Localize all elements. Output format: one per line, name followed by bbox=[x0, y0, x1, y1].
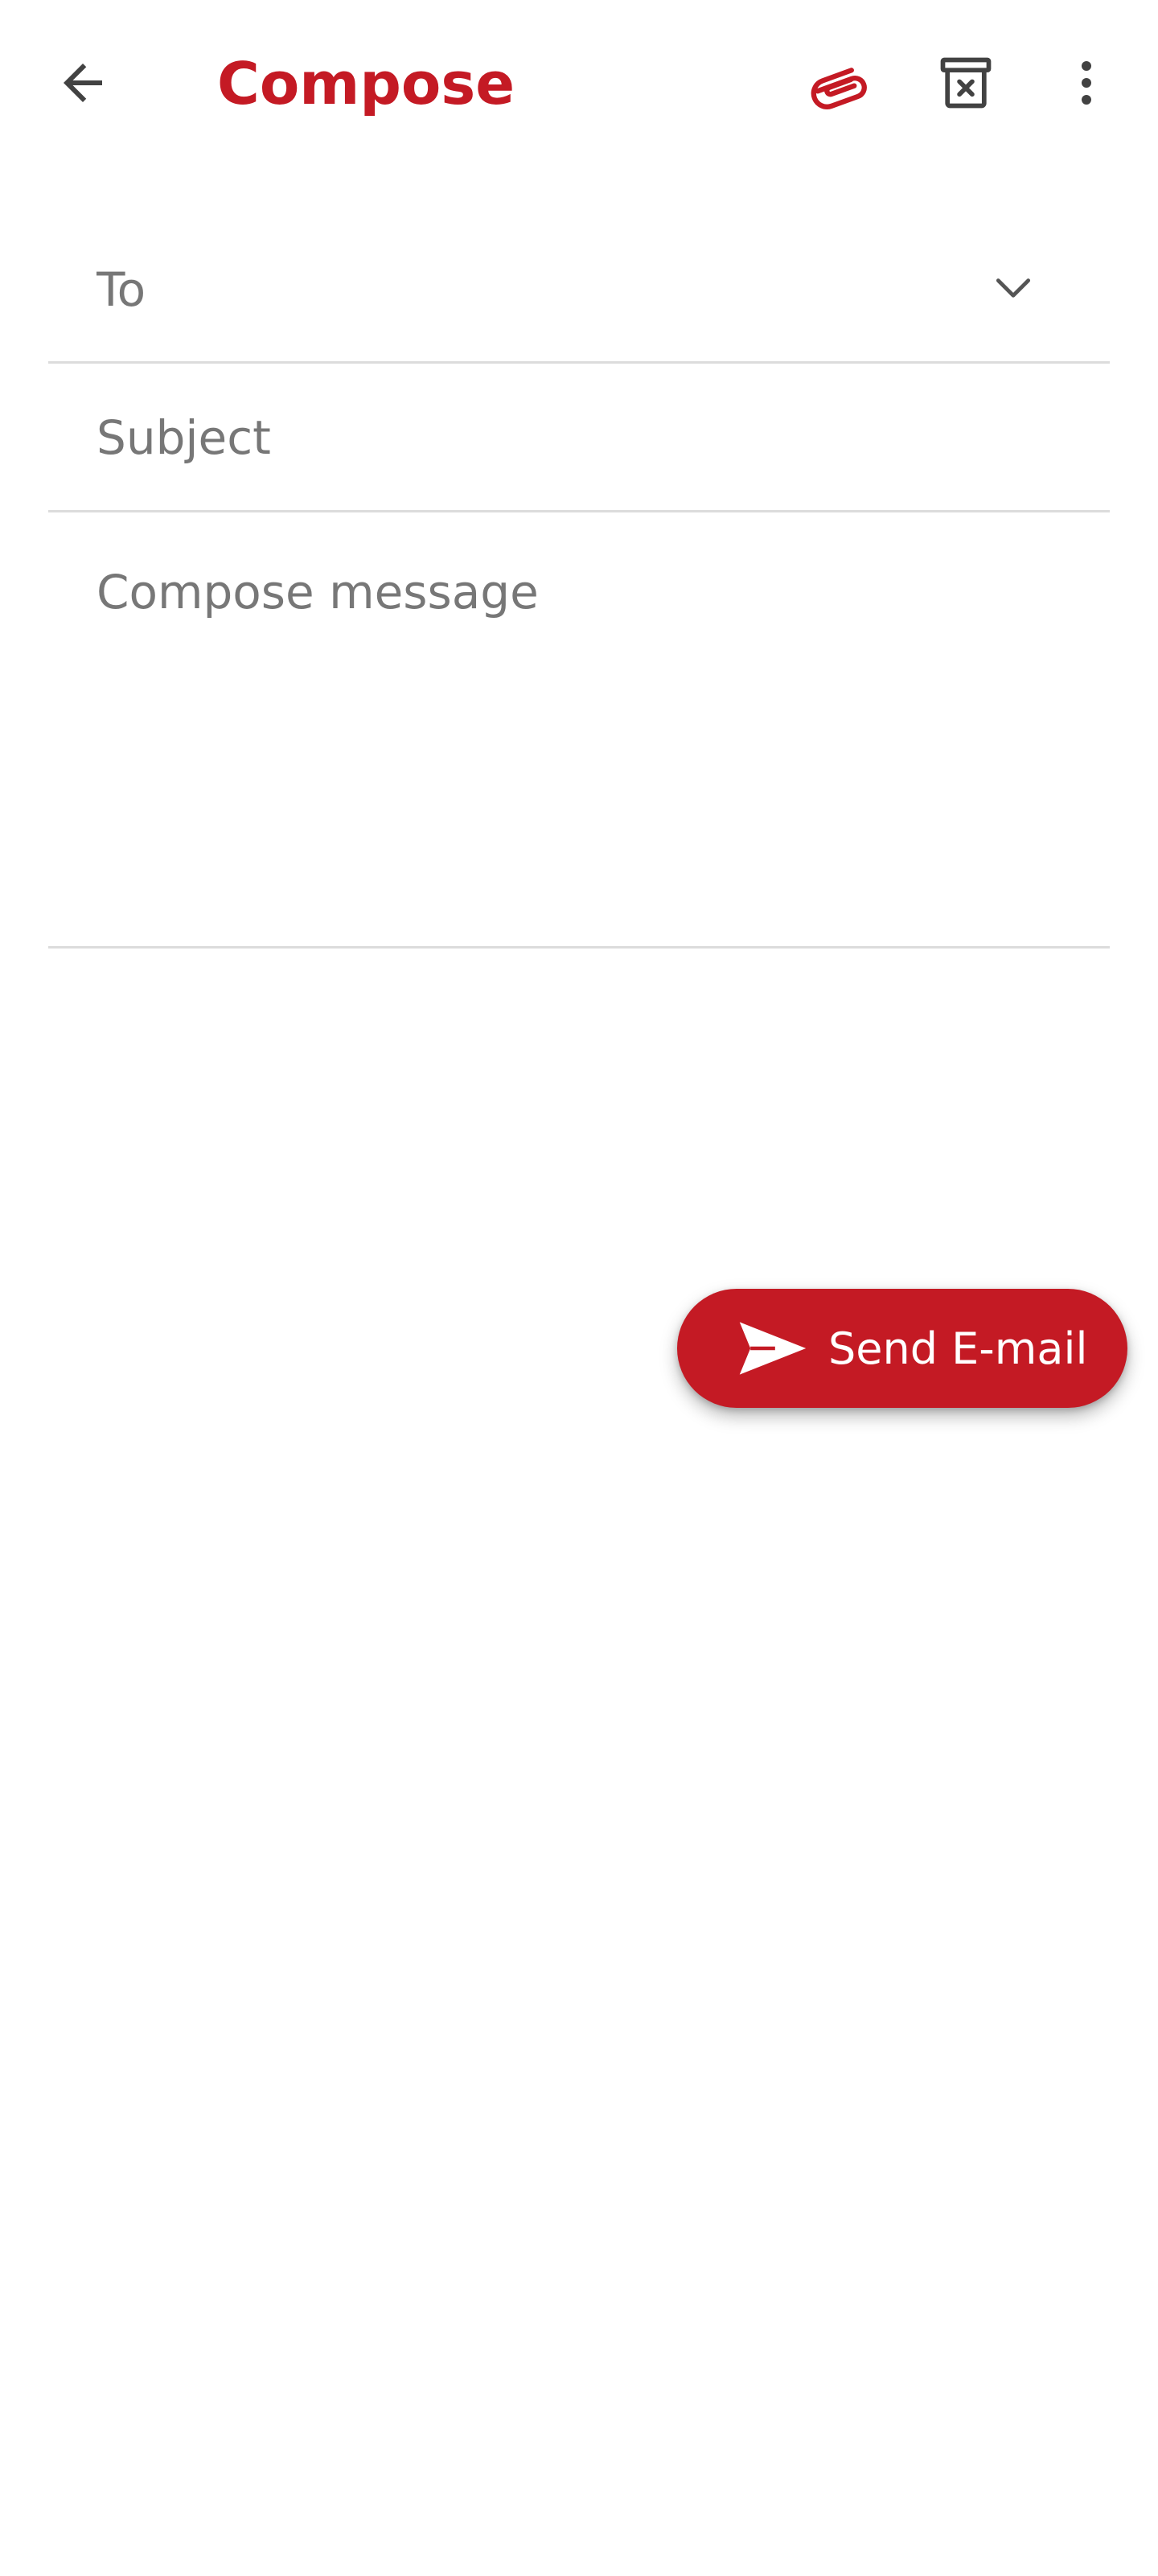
message-body-field bbox=[48, 512, 1110, 949]
message-body-input[interactable] bbox=[96, 562, 1062, 916]
top-app-bar: Compose bbox=[0, 0, 1158, 169]
send-email-label: Send E-mail bbox=[828, 1323, 1088, 1374]
back-button[interactable] bbox=[39, 39, 127, 127]
more-options-button[interactable] bbox=[1042, 39, 1131, 127]
subject-field bbox=[48, 364, 1110, 512]
subject-input[interactable] bbox=[96, 402, 1062, 473]
recipient-dropdown-button[interactable] bbox=[981, 257, 1045, 322]
send-email-button[interactable]: Send E-mail bbox=[677, 1289, 1127, 1408]
discard-draft-button[interactable] bbox=[922, 39, 1010, 127]
page-title: Compose bbox=[217, 50, 515, 117]
send-icon bbox=[733, 1316, 811, 1381]
to-input[interactable] bbox=[96, 254, 965, 325]
arrow-back-icon bbox=[54, 54, 112, 112]
more-vertical-icon bbox=[1057, 54, 1115, 112]
attach-button[interactable] bbox=[796, 39, 885, 127]
chevron-down-icon bbox=[988, 262, 1039, 317]
delete-draft-icon bbox=[935, 52, 996, 113]
to-field bbox=[48, 217, 1110, 364]
paperclip-icon bbox=[808, 51, 873, 115]
